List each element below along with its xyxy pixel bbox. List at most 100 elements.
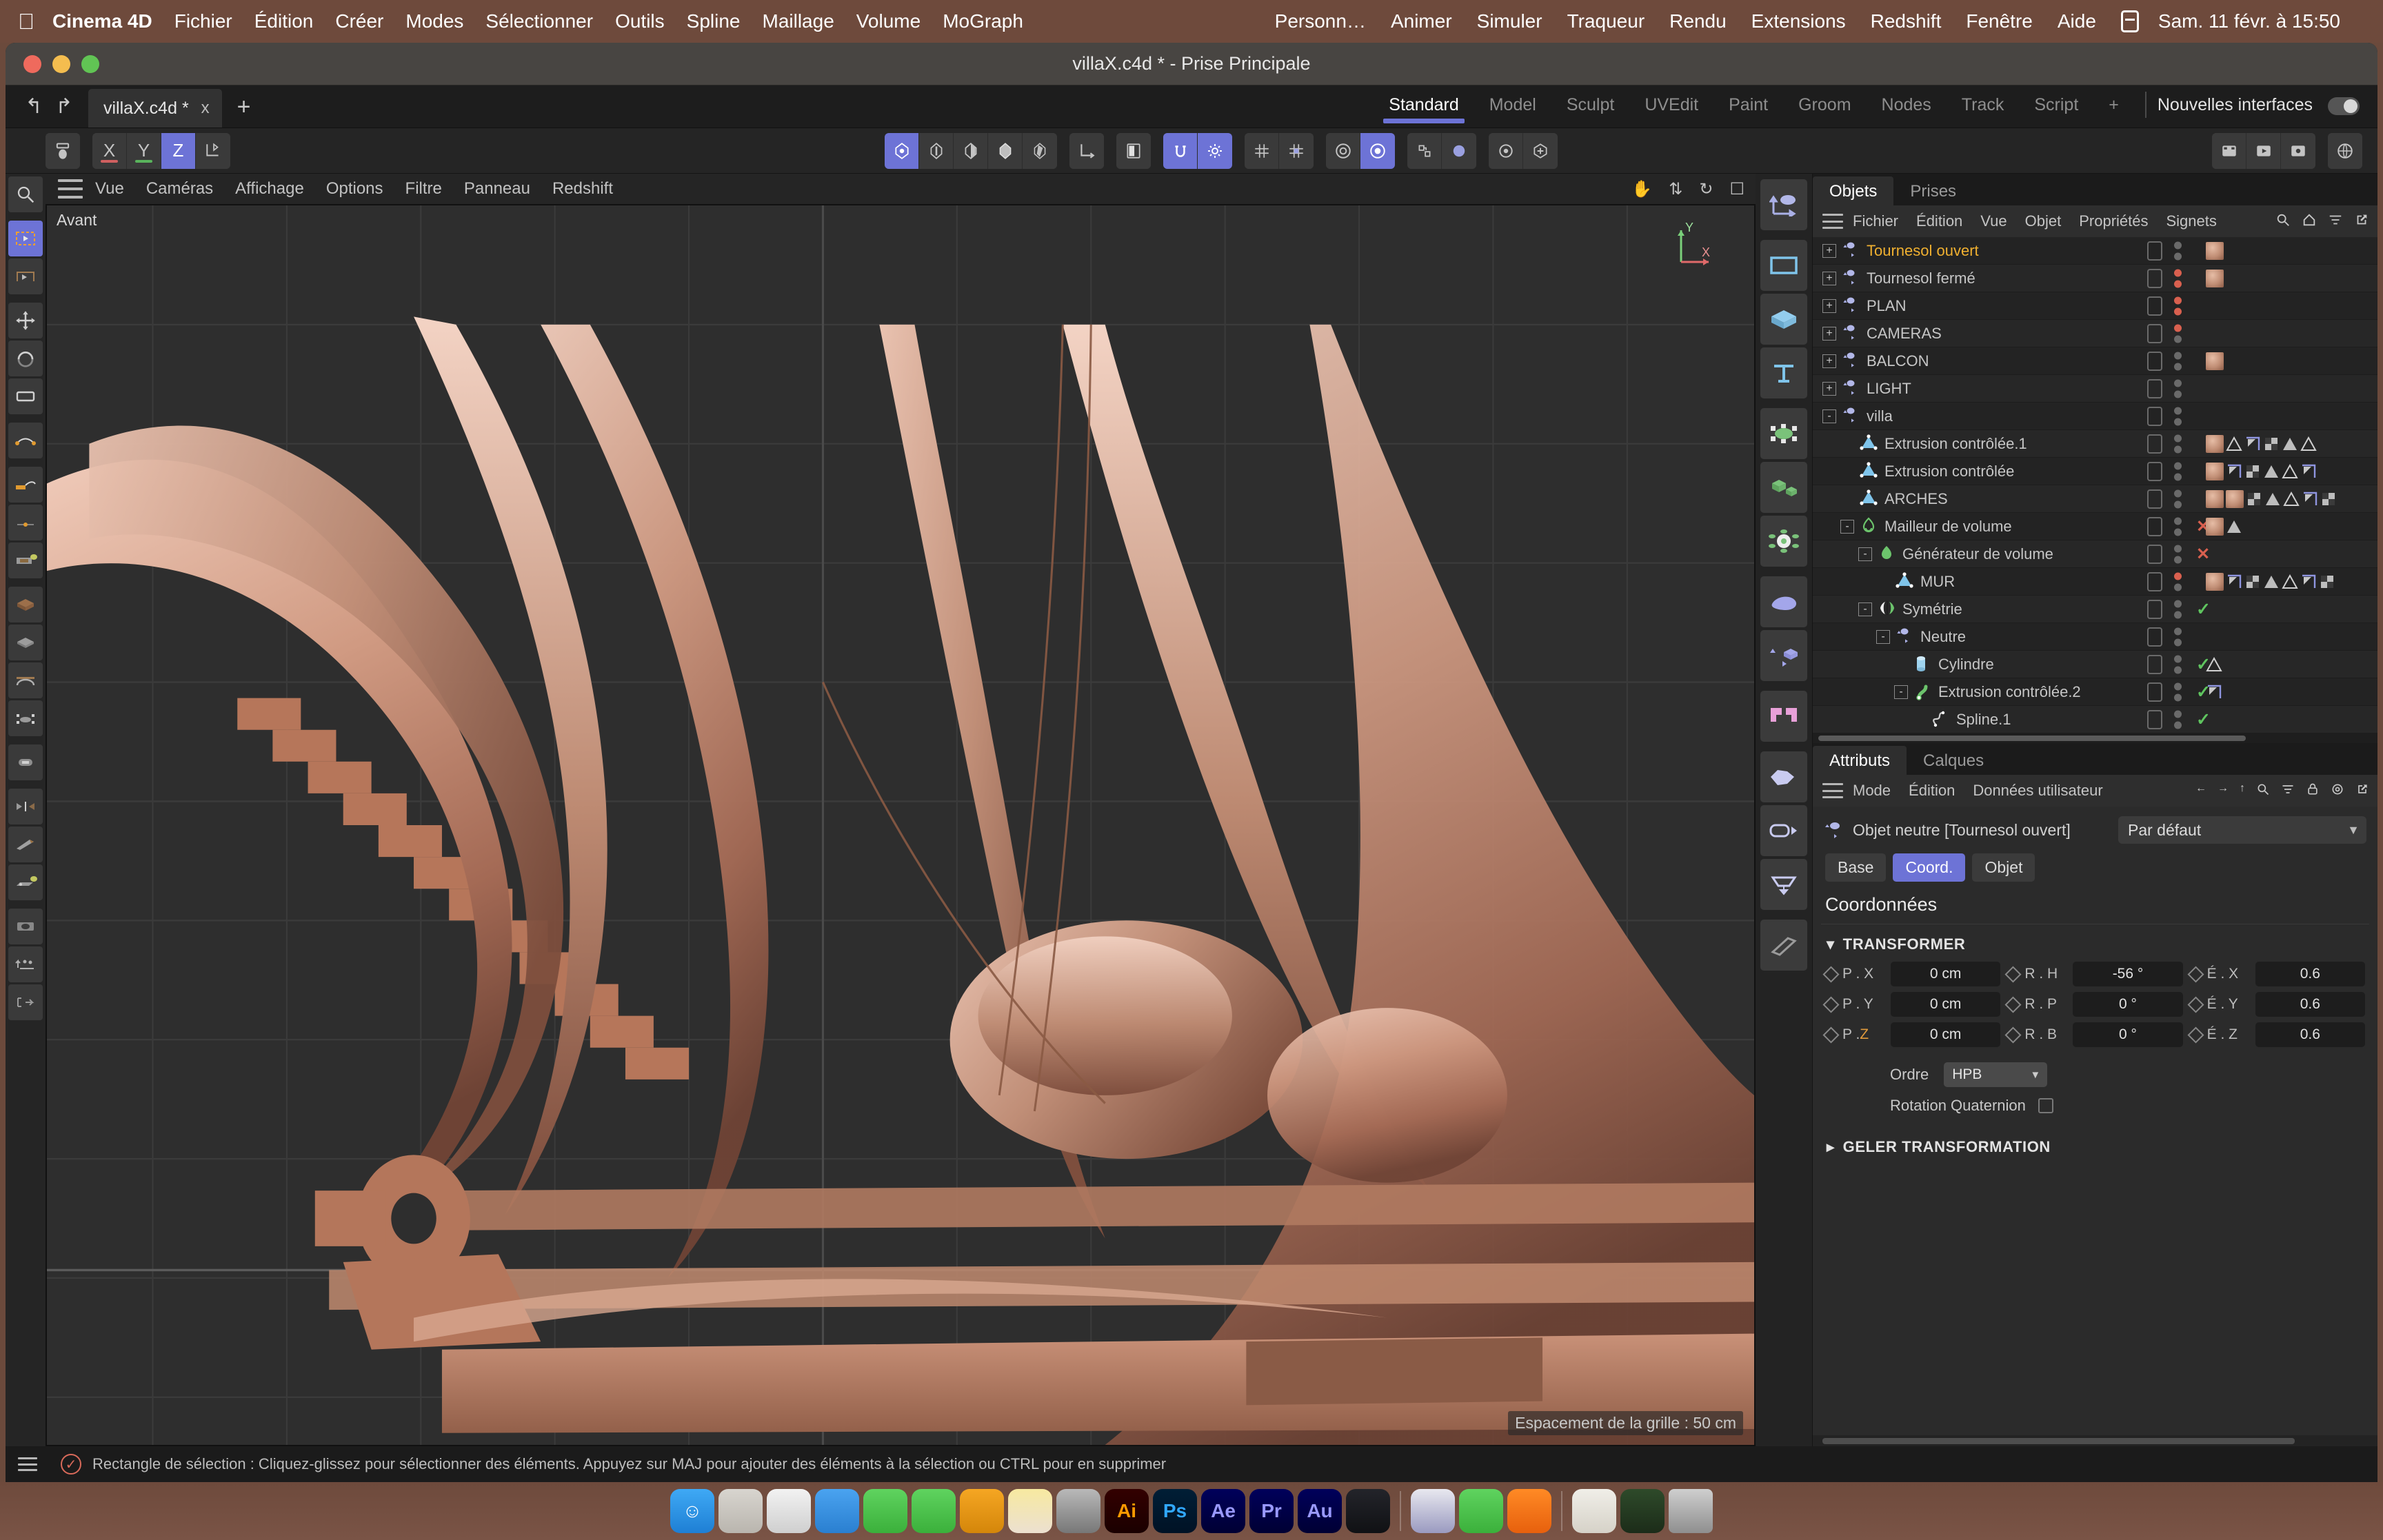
edit-toggle-icon[interactable] bbox=[2147, 434, 2162, 454]
target-icon[interactable] bbox=[2331, 782, 2344, 800]
object-row[interactable]: MUR bbox=[1813, 568, 2377, 596]
generator-button[interactable] bbox=[1760, 576, 1807, 627]
viewport-menu-filtre[interactable]: Filtre bbox=[405, 179, 442, 199]
scale-tool[interactable] bbox=[8, 378, 43, 414]
keyframe-diamond-icon[interactable] bbox=[2187, 995, 2204, 1013]
menu-creer[interactable]: Créer bbox=[335, 10, 383, 32]
expand-icon[interactable]: + bbox=[1822, 381, 1836, 396]
dock-icon-after-effects[interactable]: Ae bbox=[1201, 1489, 1245, 1533]
enabled-check-icon[interactable]: ✓ bbox=[2196, 599, 2211, 620]
object-row[interactable]: Spline.1 ✓ bbox=[1813, 706, 2377, 733]
edit-toggle-icon[interactable] bbox=[2147, 627, 2162, 647]
om-menu-fichier[interactable]: Fichier bbox=[1853, 212, 1898, 230]
object-tag[interactable] bbox=[2264, 491, 2281, 507]
workplane-lock-icon[interactable] bbox=[1360, 132, 1395, 169]
transform-group-header[interactable]: ▾ TRANSFORMER bbox=[1813, 924, 2377, 962]
render-picture-icon[interactable] bbox=[2212, 132, 2246, 169]
menu-outils[interactable]: Outils bbox=[615, 10, 665, 32]
visibility-dots[interactable] bbox=[2174, 489, 2182, 508]
dock-icon-launchpad[interactable] bbox=[718, 1489, 763, 1533]
document-tab[interactable]: villaX.c4d * x bbox=[88, 89, 222, 128]
back-arrow-icon[interactable]: ← bbox=[2195, 782, 2206, 800]
edit-toggle-icon[interactable] bbox=[2147, 351, 2162, 371]
object-tag[interactable] bbox=[2206, 656, 2222, 673]
object-row[interactable]: + CAMERAS bbox=[1813, 320, 2377, 347]
attr-tab-objet[interactable]: Objet bbox=[1972, 853, 2035, 882]
close-window-button[interactable] bbox=[23, 54, 41, 73]
search-icon[interactable] bbox=[2275, 212, 2291, 231]
keyframe-diamond-icon[interactable] bbox=[1822, 1026, 1840, 1044]
cube-primitive-tool[interactable] bbox=[8, 587, 43, 622]
enable-snapping-icon[interactable] bbox=[1163, 132, 1198, 169]
hamburger-icon[interactable] bbox=[18, 1457, 37, 1471]
lock-z-axis-button[interactable]: Z bbox=[161, 132, 196, 169]
undo-icon[interactable]: ↰ bbox=[21, 94, 47, 118]
dock-icon-notes[interactable] bbox=[1008, 1489, 1052, 1533]
add-layout-button[interactable]: + bbox=[2093, 95, 2134, 128]
axis-modify-icon[interactable] bbox=[1069, 132, 1104, 169]
visibility-dots[interactable] bbox=[2174, 710, 2182, 729]
material-tag[interactable] bbox=[2206, 241, 2224, 260]
object-tag[interactable] bbox=[2320, 491, 2337, 507]
tab-script[interactable]: Script bbox=[2019, 95, 2093, 128]
live-selection-tool[interactable] bbox=[8, 221, 43, 256]
expand-icon[interactable]: + bbox=[1822, 298, 1836, 313]
collapse-icon[interactable]: - bbox=[1894, 685, 1908, 699]
filter-icon[interactable] bbox=[2328, 212, 2343, 231]
edit-toggle-icon[interactable] bbox=[2147, 516, 2162, 536]
cloner-tool[interactable] bbox=[8, 946, 43, 982]
dock-icon-pages[interactable] bbox=[960, 1489, 1004, 1533]
edit-toggle-icon[interactable] bbox=[2147, 654, 2162, 674]
object-tag[interactable] bbox=[2319, 574, 2335, 590]
menu-modes[interactable]: Modes bbox=[405, 10, 463, 32]
pan-hand-icon[interactable]: ✋ bbox=[1631, 179, 1652, 199]
collapse-icon[interactable]: - bbox=[1858, 547, 1872, 561]
object-row[interactable]: - Symétrie ✓ bbox=[1813, 596, 2377, 623]
edit-toggle-icon[interactable] bbox=[2147, 461, 2162, 481]
menu-edition[interactable]: Édition bbox=[254, 10, 314, 32]
null-object-button[interactable] bbox=[1760, 179, 1807, 230]
keyframe-diamond-icon[interactable] bbox=[2187, 965, 2204, 983]
dock-icon-trash[interactable] bbox=[1669, 1489, 1713, 1533]
edit-toggle-icon[interactable] bbox=[2147, 241, 2162, 261]
visibility-dots[interactable] bbox=[2174, 434, 2182, 453]
tab-model[interactable]: Model bbox=[1474, 95, 1551, 128]
lock-y-axis-button[interactable]: Y bbox=[127, 132, 161, 169]
object-tag[interactable] bbox=[2244, 463, 2261, 480]
visibility-dots[interactable] bbox=[2174, 462, 2182, 480]
order-select[interactable]: HPB ▼ bbox=[1944, 1062, 2048, 1087]
object-tag[interactable] bbox=[2226, 463, 2242, 480]
object-tag[interactable] bbox=[2244, 574, 2261, 590]
menu-cinema4d[interactable]: Cinema 4D bbox=[52, 10, 152, 32]
object-tag[interactable] bbox=[2226, 436, 2242, 452]
dock-icon-settings[interactable] bbox=[1056, 1489, 1100, 1533]
coordinate-input[interactable]: 0.6 bbox=[2255, 992, 2365, 1017]
menu-spline[interactable]: Spline bbox=[687, 10, 741, 32]
new-interfaces-toggle[interactable] bbox=[2328, 97, 2360, 115]
grid-snap-icon[interactable] bbox=[1245, 132, 1279, 169]
om-menu-vue[interactable]: Vue bbox=[1980, 212, 2007, 230]
attr-menu-mode[interactable]: Mode bbox=[1853, 782, 1891, 800]
visibility-dots[interactable] bbox=[2174, 655, 2182, 673]
dock-icon-finder[interactable]: ☺ bbox=[670, 1489, 714, 1533]
tab-uvedit[interactable]: UVEdit bbox=[1629, 95, 1713, 128]
object-tag[interactable] bbox=[2244, 436, 2261, 452]
search-icon[interactable] bbox=[2256, 782, 2270, 800]
sculpt-button[interactable] bbox=[1760, 920, 1807, 971]
grid-snap-alt-icon[interactable] bbox=[1279, 132, 1314, 169]
menu-fichier[interactable]: Fichier bbox=[174, 10, 232, 32]
render-settings2-icon[interactable] bbox=[2281, 132, 2315, 169]
object-tag[interactable] bbox=[2263, 436, 2280, 452]
edit-toggle-icon[interactable] bbox=[2147, 709, 2162, 729]
object-row[interactable]: + Tournesol fermé bbox=[1813, 265, 2377, 292]
magnifier-tool[interactable] bbox=[8, 176, 43, 212]
expand-icon[interactable]: + bbox=[1822, 326, 1836, 341]
scene-object-button[interactable] bbox=[1760, 630, 1807, 681]
viewport-menu-affichage[interactable]: Affichage bbox=[235, 179, 304, 199]
maximize-view-icon[interactable]: ☐ bbox=[1729, 179, 1744, 199]
tab-track[interactable]: Track bbox=[1947, 95, 2020, 128]
texture-mode-icon[interactable] bbox=[1023, 132, 1057, 169]
collapse-icon[interactable]: - bbox=[1876, 629, 1890, 644]
object-row[interactable]: - Neutre bbox=[1813, 623, 2377, 651]
workplane-tool[interactable] bbox=[8, 984, 43, 1020]
